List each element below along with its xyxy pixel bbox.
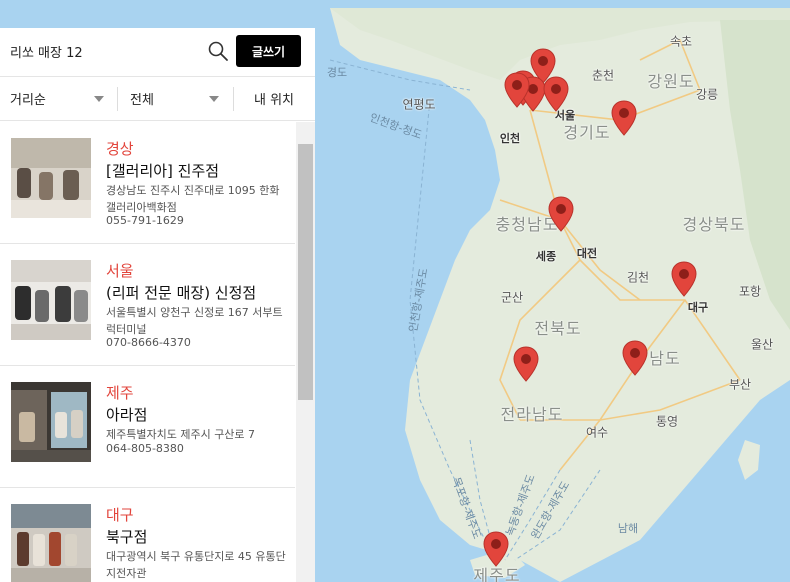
map-label-city: 대구	[687, 301, 709, 314]
list-item[interactable]: 제주 아라점 제주특별자치도 제주시 구산로 7 064-805-8380	[0, 366, 295, 488]
store-phone: 064-805-8380	[106, 442, 184, 455]
list-item[interactable]: 경상 [갤러리아] 진주점 경상남도 진주시 진주대로 1095 한화갤러리아백…	[0, 122, 295, 244]
store-region: 경상	[106, 140, 134, 158]
filter-bar: 거리순 전체 내 위치	[0, 76, 315, 121]
map-label-city: 강릉	[695, 87, 719, 102]
map-label-region: 경상북도	[682, 215, 746, 234]
store-photo	[11, 138, 91, 218]
map-label-city: 세종	[535, 250, 557, 263]
store-phone: 055-791-1629	[106, 214, 184, 227]
store-photo	[11, 260, 91, 340]
map-label-city: 군산	[500, 290, 524, 305]
map-label-region: 전북도	[534, 319, 582, 338]
map-marker-icon[interactable]	[611, 100, 637, 136]
map-marker-icon[interactable]	[548, 196, 574, 232]
store-region: 대구	[106, 506, 134, 524]
store-name[interactable]: (리퍼 전문 매장) 신정점	[106, 282, 256, 303]
map-label-city: 여수	[585, 425, 609, 440]
store-address: 제주특별자치도 제주시 구산로 7	[106, 428, 256, 441]
store-address: 서울특별시 양천구 신정로 167 서부트럭터미널	[106, 306, 283, 336]
map-label-city: 울산	[750, 337, 774, 352]
map-label-city: 춘천	[591, 68, 615, 83]
map-marker-icon[interactable]	[513, 346, 539, 382]
search-icon[interactable]	[207, 40, 229, 62]
list-item[interactable]: 서울 (리퍼 전문 매장) 신정점 서울특별시 양천구 신정로 167 서부트럭…	[0, 244, 295, 366]
store-name[interactable]: [갤러리아] 진주점	[106, 160, 219, 181]
map-label-city: 속초	[669, 34, 693, 49]
region-select[interactable]: 전체	[117, 77, 225, 120]
search-bar: 글쓰기	[0, 28, 315, 74]
search-input[interactable]	[10, 40, 200, 62]
store-name[interactable]: 아라점	[106, 404, 147, 425]
map-marker-icon[interactable]	[622, 340, 648, 376]
map-marker-icon[interactable]	[504, 72, 530, 108]
store-name[interactable]: 북구점	[106, 526, 147, 547]
map-label-city: 대전	[576, 247, 598, 260]
store-photo	[11, 382, 91, 462]
map-label-city: 부산	[728, 377, 752, 392]
map-label-region: 남도	[649, 349, 681, 368]
store-region: 서울	[106, 262, 134, 280]
store-region: 제주	[106, 384, 134, 402]
chevron-down-icon	[209, 96, 219, 102]
map-marker-icon[interactable]	[671, 261, 697, 297]
store-photo	[11, 504, 91, 582]
store-phone: 070-8666-4370	[106, 336, 191, 349]
scrollbar-thumb[interactable]	[298, 144, 313, 400]
map-label-region: 강원도	[647, 72, 695, 91]
map-label-city: 김천	[626, 270, 650, 285]
map-label-city: 통영	[655, 414, 679, 429]
region-select-label: 전체	[130, 93, 154, 108]
chevron-down-icon	[94, 96, 104, 102]
map-label-city: 연평도	[402, 97, 436, 112]
write-button[interactable]: 글쓰기	[236, 35, 301, 67]
map-label-sea: 경도	[326, 66, 348, 79]
map-label-region: 전라남도	[500, 405, 564, 424]
map-label-sea: 남해	[617, 522, 639, 535]
map-label-city: 인천	[499, 132, 521, 145]
store-list[interactable]: 경상 [갤러리아] 진주점 경상남도 진주시 진주대로 1095 한화갤러리아백…	[0, 122, 315, 582]
map-marker-icon[interactable]	[543, 76, 569, 112]
list-item[interactable]: 대구 북구점 대구광역시 북구 유통단지로 45 유통단지전자관 053-604…	[0, 488, 295, 582]
sort-select-label: 거리순	[10, 93, 46, 108]
map-marker-icon[interactable]	[483, 531, 509, 567]
map-label-city: 포항	[738, 284, 762, 299]
store-address: 경상남도 진주시 진주대로 1095 한화갤러리아백화점	[106, 184, 280, 214]
store-address: 대구광역시 북구 유통단지로 45 유통단지전자관	[106, 550, 286, 580]
my-location-button[interactable]: 내 위치	[233, 77, 315, 120]
store-list-panel: 글쓰기 거리순 전체 내 위치 경	[0, 28, 315, 582]
sort-select[interactable]: 거리순	[0, 77, 110, 120]
